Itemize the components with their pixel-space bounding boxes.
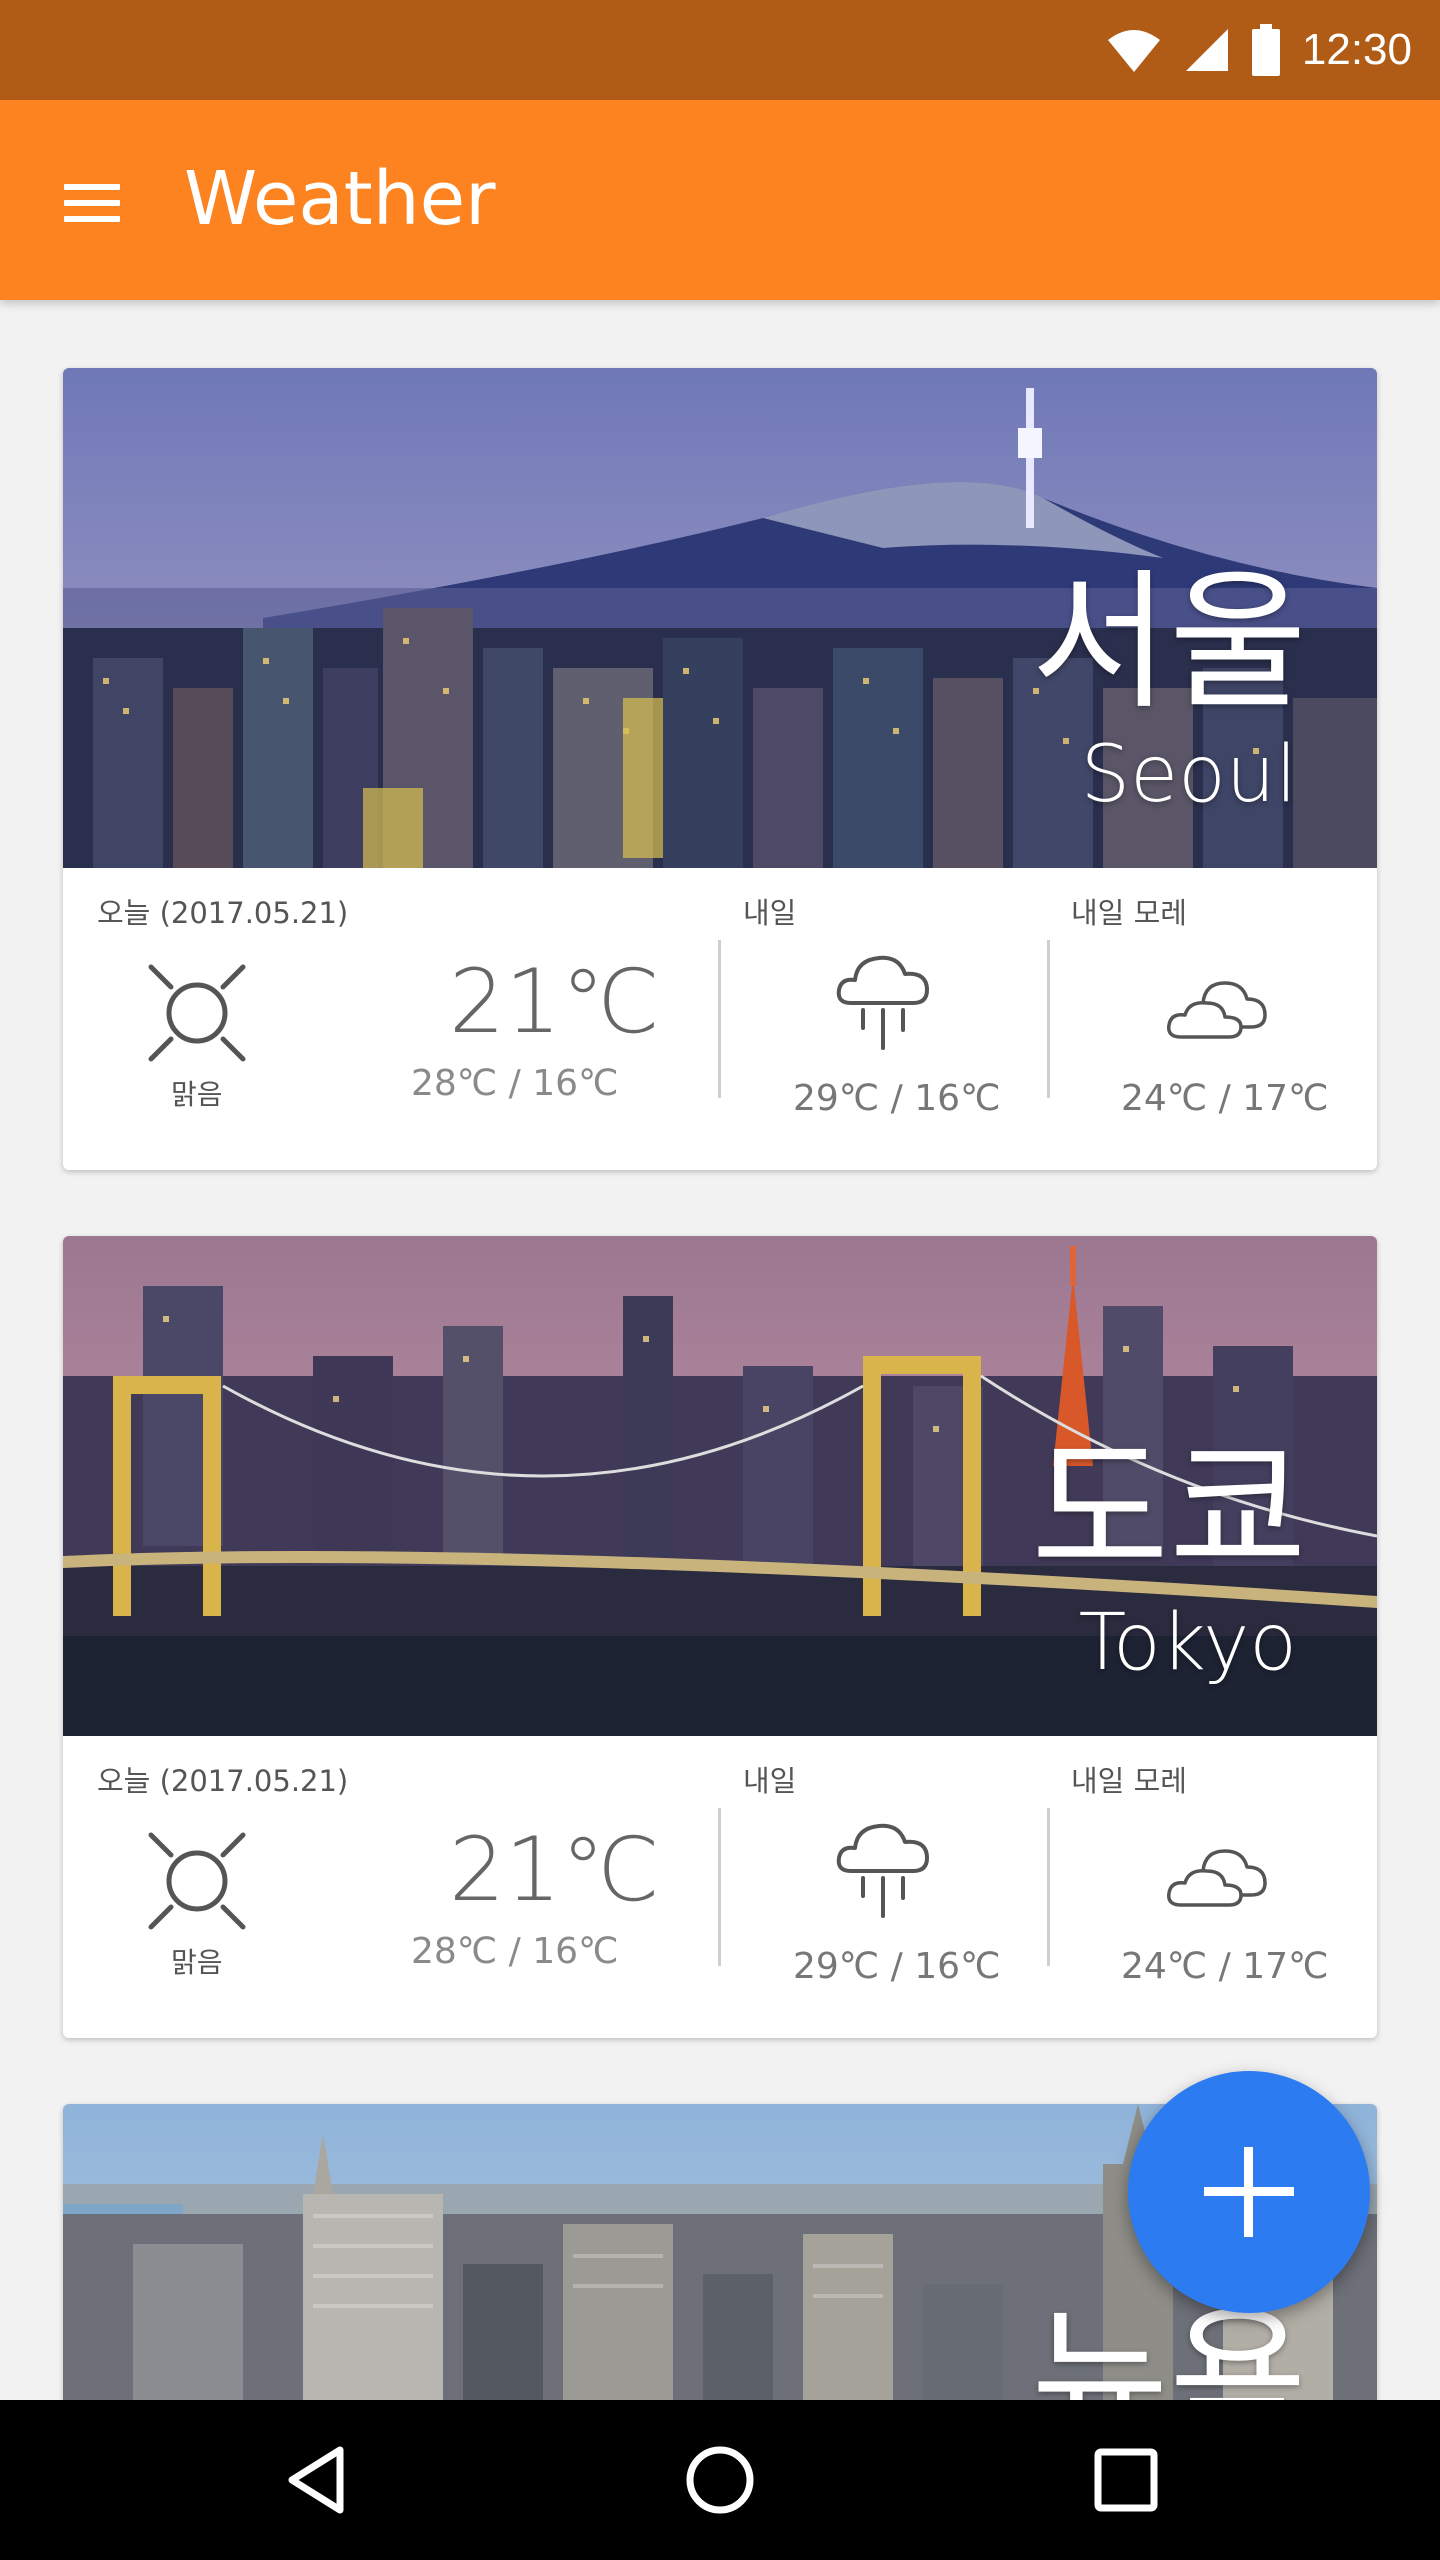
sun-icon: [148, 964, 246, 1062]
weather-forecast: 오늘 (2017.05.21) 맑음 21℃ 28℃ / 16℃ 내일 29℃ …: [63, 868, 1377, 1170]
menu-button[interactable]: [56, 170, 128, 230]
wifi-icon: [1107, 30, 1160, 72]
back-button[interactable]: [278, 2440, 358, 2520]
tomorrow-range: 29℃ / 16℃: [793, 1946, 1001, 1987]
today-condition: 맑음: [171, 1946, 223, 1979]
city-name-english: Seoul: [1080, 730, 1297, 820]
battery-icon: [1251, 24, 1280, 76]
app-bar: Weather: [0, 100, 1440, 300]
day-after-tomorrow-range: 24℃ / 17℃: [1121, 1946, 1329, 1987]
home-button[interactable]: [680, 2440, 760, 2520]
today-label: 오늘 (2017.05.21): [97, 896, 349, 930]
cloud-icon: [1167, 981, 1267, 1039]
signal-icon: [1185, 29, 1228, 71]
today-range: 28℃ / 16℃: [411, 1931, 619, 1972]
divider: [718, 1808, 721, 1966]
recents-icon: [1094, 2448, 1158, 2512]
divider: [1047, 1808, 1050, 1966]
divider: [718, 940, 721, 1098]
rain-cloud-icon: [836, 955, 929, 1050]
today-temperature: 21℃: [449, 1818, 660, 1921]
weather-forecast: 오늘 (2017.05.21) 맑음 21℃ 28℃ / 16℃ 내일 29℃ …: [63, 1736, 1377, 2038]
home-icon: [686, 2446, 754, 2514]
tomorrow-label: 내일: [743, 1764, 797, 1798]
sun-icon: [148, 1832, 246, 1930]
city-name-english: Tokyo: [1078, 1598, 1297, 1688]
status-bar: 12:30: [0, 0, 1440, 100]
recents-button[interactable]: [1086, 2440, 1166, 2520]
city-hero-image: 도쿄 Tokyo: [63, 1236, 1377, 1736]
status-time: 12:30: [1301, 25, 1412, 74]
divider: [1047, 940, 1050, 1098]
city-hero-image: 서울 Seoul: [63, 368, 1377, 868]
today-range: 28℃ / 16℃: [411, 1063, 619, 1104]
city-name-korean: 도쿄: [1030, 1424, 1307, 1598]
city-card-seoul[interactable]: 서울 Seoul 오늘 (2017.05.21) 맑음 21℃ 28℃ / 16…: [63, 368, 1377, 1170]
status-icons: 12:30: [1106, 0, 1412, 100]
city-card-tokyo[interactable]: 도쿄 Tokyo 오늘 (2017.05.21) 맑음 21℃ 28℃ / 16…: [63, 1236, 1377, 2038]
day-after-tomorrow-range: 24℃ / 17℃: [1121, 1078, 1329, 1119]
rain-cloud-icon: [836, 1823, 929, 1918]
day-after-tomorrow-label: 내일 모레: [1071, 896, 1187, 930]
today-condition: 맑음: [171, 1078, 223, 1111]
cloud-icon: [1167, 1849, 1267, 1907]
city-name-korean: 서울: [1030, 556, 1307, 730]
add-city-button[interactable]: [1128, 2071, 1370, 2313]
tomorrow-range: 29℃ / 16℃: [793, 1078, 1001, 1119]
back-icon: [288, 2446, 344, 2514]
today-temperature: 21℃: [449, 950, 660, 1053]
day-after-tomorrow-label: 내일 모레: [1071, 1764, 1187, 1798]
navigation-bar: [0, 2400, 1440, 2560]
city-name-korean: 뉴욕: [1030, 2292, 1307, 2400]
tomorrow-label: 내일: [743, 896, 797, 930]
app-title: Weather: [184, 156, 496, 242]
today-label: 오늘 (2017.05.21): [97, 1764, 349, 1798]
